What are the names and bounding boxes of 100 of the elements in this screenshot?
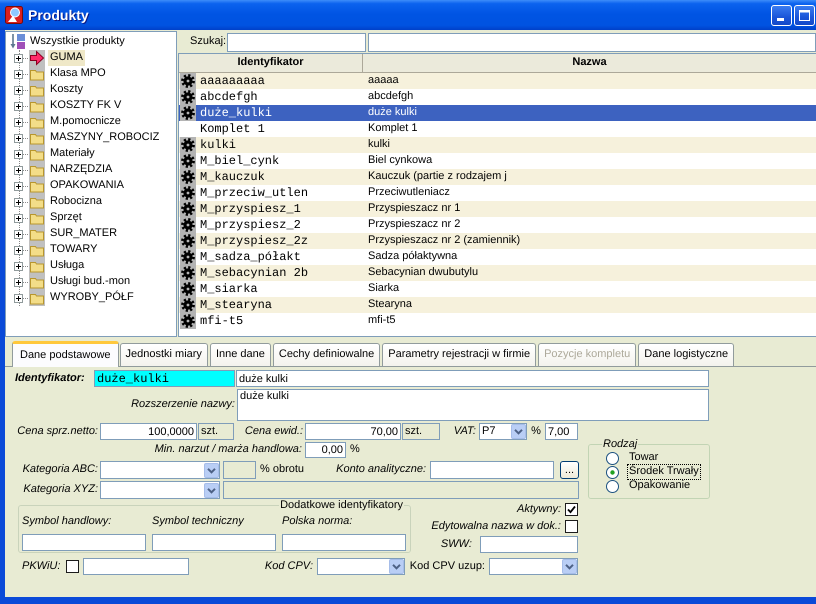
input-field[interactable] [368,32,816,52]
table-cell-text: Przeciwutleniacz [367,186,450,200]
column-header[interactable]: Identyfikator [179,54,363,72]
tree-item[interactable]: Usługa [48,258,86,274]
tree-item[interactable]: WYROBY_PÓŁF [48,290,136,306]
input-field[interactable] [480,536,578,554]
table-row[interactable]: M_przyspiesz_1 Przyspieszacz nr 1 [179,201,816,217]
expand-icon[interactable] [14,182,23,190]
expand-icon[interactable] [14,166,23,174]
tree-item[interactable]: Sprzęt [48,210,84,226]
search-label: Szukaj: [190,35,226,49]
field-label: Edytowalna nazwa w dok.: [431,520,561,534]
table-cell-text: M_stearyna [199,298,274,312]
field-label: Min. narzut / marża handlowa: [154,443,302,457]
expand-icon[interactable] [14,86,23,94]
browse-button[interactable]: ... [560,461,579,479]
expand-icon[interactable] [14,118,23,126]
tree-item[interactable]: GUMA [48,50,85,66]
tree-item[interactable]: SUR_MATER [48,226,120,242]
dropdown-field[interactable] [100,461,220,479]
expand-icon[interactable] [14,150,23,158]
input-field[interactable]: 100,0000 [100,423,197,440]
tree-item[interactable]: Wszystkie produkty [29,34,126,48]
radio-button[interactable] [606,480,619,492]
input-field[interactable] [22,534,146,551]
table-cell-text: Przyspieszacz nr 2 (zamiennik) [367,234,520,248]
checkbox[interactable] [565,503,578,516]
tab[interactable]: Dane podstawowe [12,341,119,367]
radio-label[interactable]: Opakowanie [627,478,692,494]
table-row[interactable]: duże_kulki duże kulki [179,105,816,121]
dropdown-field[interactable] [489,558,578,576]
expand-icon[interactable] [14,214,23,222]
table-row[interactable]: M_sebacynian 2b Sebacynian dwubutylu [179,265,816,281]
expand-icon[interactable] [14,246,23,254]
tree-item[interactable]: Materiały [48,146,97,162]
table-cell-text: Kauczuk (partie z rodzajem j [367,170,507,184]
expand-icon[interactable] [14,134,23,142]
table-row[interactable]: M_kauczuk Kauczuk (partie z rodzajem j [179,169,816,185]
dropdown-field[interactable] [100,481,220,499]
gear-icon [180,201,196,217]
input-field[interactable]: duże_kulki [94,370,235,387]
folder-icon [29,258,45,274]
checkbox[interactable] [66,560,79,574]
field-label: Konto analityczne: [336,463,426,477]
table-row[interactable]: aaaaaaaaa aaaaa [179,73,816,89]
input-field[interactable]: 7,00 [545,423,578,440]
table-row[interactable]: M_przyspiesz_2z Przyspieszacz nr 2 (zamiennik) [179,233,816,249]
expand-icon[interactable] [14,294,23,302]
checkbox[interactable] [565,520,578,534]
input-field[interactable]: 70,00 [305,423,401,440]
field-label: Cena sprz.netto: [17,424,98,438]
group-title: Dodatkowe identyfikatory [279,499,404,512]
field-label: Kategoria XYZ: [23,483,98,497]
tree-item[interactable]: NARZĘDZIA [48,162,114,178]
tab[interactable]: Inne dane [210,343,271,366]
tab[interactable]: Jednostki miary [120,343,208,366]
maximize-button[interactable] [794,4,815,26]
expand-icon[interactable] [14,230,23,238]
tab[interactable]: Parametry rejestracji w firmie [382,343,536,366]
expand-icon[interactable] [14,54,23,62]
expand-icon[interactable] [14,70,23,78]
table-row[interactable]: M_stearyna Stearyna [179,297,816,313]
radio-label[interactable]: Środek Trwały [627,464,701,480]
dropdown-field[interactable] [317,558,405,576]
input-field[interactable] [430,461,554,479]
tree-item[interactable]: M.pomocnicze [48,114,123,130]
column-header[interactable]: Nazwa [363,54,816,72]
minimize-button[interactable] [771,4,792,26]
tree-item[interactable]: Robocizna [48,194,104,210]
input-field[interactable] [152,534,276,551]
search-field[interactable] [227,32,366,52]
tree-item[interactable]: OPAKOWANIA [48,178,126,194]
table-row[interactable]: kulki kulki [179,137,816,153]
radio-button[interactable] [606,452,619,464]
input-field[interactable]: duże kulki [236,370,709,387]
table-cell-text: abcdefgh [199,90,259,104]
text-area[interactable]: duże kulki [237,389,709,421]
tree-item[interactable]: TOWARY [48,242,100,258]
dropdown-field[interactable]: P7 [479,423,527,440]
window-title: Produkty [28,6,89,24]
expand-icon[interactable] [14,278,23,286]
input-field[interactable] [282,534,406,551]
tree-item[interactable]: MASZYNY_ROBOCIZ [48,130,162,146]
folder-icon [29,162,45,178]
expand-icon[interactable] [14,262,23,270]
tree-item[interactable]: Usługi bud.-mon [48,274,132,290]
tab[interactable]: Cechy definiowalne [272,343,380,366]
radio-label[interactable]: Towar [627,450,660,466]
gear-icon [180,89,196,105]
input-field[interactable] [83,558,189,576]
maximize-icon [799,10,810,20]
tab[interactable]: Dane logistyczne [638,343,734,366]
tree-item[interactable]: Koszty [48,82,86,98]
input-field[interactable]: 0,00 [305,442,346,458]
expand-icon[interactable] [14,198,23,206]
expand-icon[interactable] [14,102,23,110]
tree-item[interactable]: KOSZTY FK V [48,98,124,114]
tree-item[interactable]: Klasa MPO [48,66,108,82]
radio-button[interactable] [606,466,619,478]
gear-icon [180,185,196,201]
